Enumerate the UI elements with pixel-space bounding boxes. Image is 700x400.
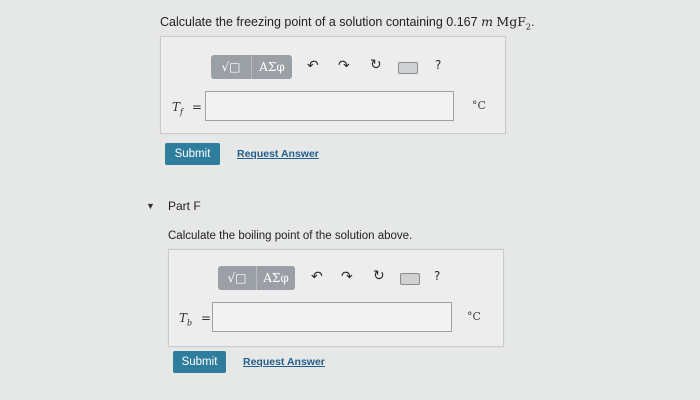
part-e-submit-button[interactable]: Submit [165, 143, 220, 165]
collapse-caret-icon[interactable]: ▼ [146, 201, 155, 211]
sqrt-template-button[interactable]: √□ [211, 55, 252, 79]
undo-icon[interactable]: ↶ [311, 269, 323, 285]
part-e-request-answer-link[interactable]: Request Answer [237, 148, 319, 160]
help-icon[interactable]: ? [434, 269, 440, 283]
question-prefix: Calculate the freezing point of a soluti… [160, 15, 478, 29]
keyboard-icon[interactable] [400, 273, 420, 285]
part-f-answer-box [168, 249, 504, 347]
undo-icon[interactable]: ↶ [307, 58, 319, 74]
keyboard-icon[interactable] [398, 62, 418, 74]
redo-icon[interactable]: ↷ [341, 269, 353, 285]
question-period: . [530, 15, 535, 29]
math-template-group: √□ ΑΣφ [218, 266, 295, 290]
part-f-submit-button[interactable]: Submit [173, 351, 226, 373]
part-f-toolbar: √□ ΑΣφ [218, 266, 295, 290]
math-template-group: √□ ΑΣφ [211, 55, 292, 79]
part-f-title: Part F [168, 199, 201, 213]
part-e-toolbar: √□ ΑΣφ [211, 55, 292, 79]
reset-icon[interactable]: ↻ [370, 57, 382, 73]
boiling-point-variable: Tb = [179, 311, 212, 328]
part-e-question: Calculate the freezing point of a soluti… [160, 14, 534, 32]
redo-icon[interactable]: ↷ [338, 58, 350, 74]
boiling-unit-label: °C [467, 310, 481, 323]
freezing-point-input[interactable] [205, 91, 454, 121]
sqrt-template-button[interactable]: √□ [218, 266, 257, 290]
greek-symbols-button[interactable]: ΑΣφ [257, 266, 295, 290]
help-icon[interactable]: ? [435, 58, 441, 72]
part-f-question: Calculate the boiling point of the solut… [168, 230, 413, 242]
boiling-point-input[interactable] [212, 302, 452, 332]
part-f-request-answer-link[interactable]: Request Answer [243, 356, 325, 368]
reset-icon[interactable]: ↻ [373, 268, 385, 284]
freezing-unit-label: °C [472, 99, 486, 112]
compound-formula: MgF2 [496, 14, 531, 32]
greek-symbols-button[interactable]: ΑΣφ [252, 55, 292, 79]
freezing-point-variable: Tf = [172, 100, 202, 117]
molality-symbol: m [481, 14, 493, 29]
